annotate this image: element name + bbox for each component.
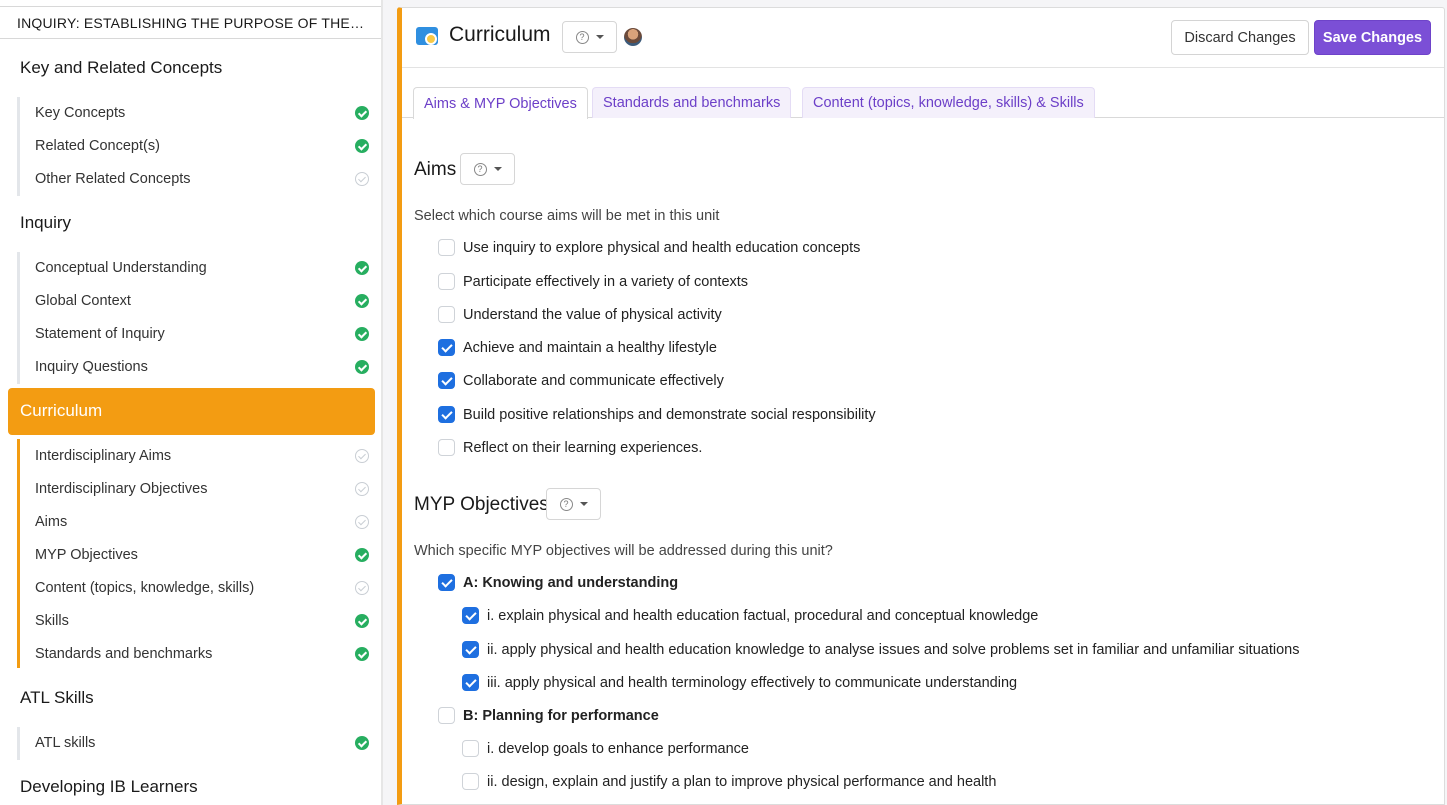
nav-item-standards-benchmarks[interactable]: Standards and benchmarks [35,642,369,666]
aim-option[interactable]: Participate effectively in a variety of … [438,273,748,290]
aim-option[interactable]: Achieve and maintain a healthy lifestyle [438,339,717,356]
checkbox[interactable] [462,740,479,757]
question-circle-icon: ? [473,162,487,176]
section-inquiry[interactable]: Inquiry [20,213,71,233]
check-complete-icon [355,139,369,153]
check-complete-icon [355,736,369,750]
objective-group[interactable]: B: Planning for performance [438,707,659,724]
myp-objectives-heading: MYP Objectives [414,494,549,515]
checkbox[interactable] [438,273,455,290]
tab-aims-myp-objectives[interactable]: Aims & MYP Objectives [413,87,588,119]
check-complete-icon [355,614,369,628]
group-line [17,727,20,760]
save-changes-button[interactable]: Save Changes [1314,20,1431,55]
check-complete-icon [355,548,369,562]
group-line-active [17,439,20,668]
page-header: Curriculum ? Discard Changes Save Change… [402,8,1444,68]
caret-down-icon [579,502,588,506]
objective-item[interactable]: ii. design, explain and justify a plan t… [462,773,996,790]
aim-option[interactable]: Use inquiry to explore physical and heal… [438,239,860,256]
nav-item-content[interactable]: Content (topics, knowledge, skills) [35,576,369,600]
nav-item-global-context[interactable]: Global Context [35,289,369,313]
checkbox[interactable] [438,239,455,256]
check-complete-icon [355,294,369,308]
nav-item-myp-objectives[interactable]: MYP Objectives [35,543,369,567]
section-atl-skills[interactable]: ATL Skills [20,688,94,708]
objective-item[interactable]: ii. apply physical and health education … [462,641,1299,658]
checkbox-checked[interactable] [438,406,455,423]
nav-item-conceptual-understanding[interactable]: Conceptual Understanding [35,256,369,280]
section-key-related-concepts[interactable]: Key and Related Concepts [20,58,222,78]
nav-item-interdisciplinary-objectives[interactable]: Interdisciplinary Objectives [35,477,369,501]
aim-option[interactable]: Collaborate and communicate effectively [438,372,724,389]
nav-item-statement-of-inquiry[interactable]: Statement of Inquiry [35,322,369,346]
nav-item-related-concepts[interactable]: Related Concept(s) [35,134,369,158]
nav-item-other-related-concepts[interactable]: Other Related Concepts [35,167,369,191]
section-developing-ib-learners[interactable]: Developing IB Learners [20,777,198,797]
check-complete-icon [355,360,369,374]
checkbox-checked[interactable] [462,641,479,658]
check-incomplete-icon [355,172,369,186]
nav-item-interdisciplinary-aims[interactable]: Interdisciplinary Aims [35,444,369,468]
checkbox[interactable] [438,306,455,323]
unit-title: INQUIRY: ESTABLISHING THE PURPOSE OF THE… [0,6,381,39]
check-incomplete-icon [355,449,369,463]
aims-help-dropdown[interactable]: ? [460,153,515,185]
check-complete-icon [355,647,369,661]
check-incomplete-icon [355,515,369,529]
sidebar: INQUIRY: ESTABLISHING THE PURPOSE OF THE… [0,0,383,805]
curriculum-icon [416,27,438,45]
checkbox-checked[interactable] [462,674,479,691]
help-dropdown-button[interactable]: ? [562,21,617,53]
tab-content-skills[interactable]: Content (topics, knowledge, skills) & Sk… [802,87,1095,118]
question-circle-icon: ? [575,30,589,44]
objective-item[interactable]: i. develop goals to enhance performance [462,740,749,757]
tab-standards-benchmarks[interactable]: Standards and benchmarks [592,87,792,118]
checkbox-checked[interactable] [438,339,455,356]
objective-item[interactable]: i. explain physical and health education… [462,607,1038,624]
nav-item-aims[interactable]: Aims [35,510,369,534]
check-complete-icon [355,327,369,341]
aim-option[interactable]: Build positive relationships and demonst… [438,406,876,423]
checkbox[interactable] [438,707,455,724]
nav-item-inquiry-questions[interactable]: Inquiry Questions [35,355,369,379]
aim-option[interactable]: Reflect on their learning experiences. [438,439,702,456]
aims-prompt: Select which course aims will be met in … [414,208,720,224]
nav-item-skills[interactable]: Skills [35,609,369,633]
objectives-prompt: Which specific MYP objectives will be ad… [414,543,833,559]
group-line [17,252,20,384]
checkbox[interactable] [438,439,455,456]
question-circle-icon: ? [559,497,573,511]
aims-heading: Aims [414,159,457,180]
caret-down-icon [493,167,502,171]
check-incomplete-icon [355,581,369,595]
objectives-help-dropdown[interactable]: ? [546,488,601,520]
discard-changes-button[interactable]: Discard Changes [1171,20,1309,55]
aim-option[interactable]: Understand the value of physical activit… [438,306,722,323]
tab-bar: Aims & MYP Objectives Standards and benc… [402,68,1444,119]
checkbox-checked[interactable] [462,607,479,624]
page-title: Curriculum [449,23,551,46]
main-panel: Curriculum ? Discard Changes Save Change… [397,7,1445,805]
check-complete-icon [355,106,369,120]
checkbox[interactable] [462,773,479,790]
section-curriculum[interactable]: Curriculum [8,388,375,435]
caret-down-icon [595,35,604,39]
objective-item[interactable]: iii. apply physical and health terminolo… [462,674,1017,691]
avatar[interactable] [624,28,642,46]
sidebar-scrollbar [381,0,383,805]
nav-item-atl-skills[interactable]: ATL skills [35,731,369,755]
check-incomplete-icon [355,482,369,496]
checkbox-checked[interactable] [438,372,455,389]
checkbox-checked[interactable] [438,574,455,591]
objective-group[interactable]: A: Knowing and understanding [438,574,678,591]
nav-item-key-concepts[interactable]: Key Concepts [35,101,369,125]
check-complete-icon [355,261,369,275]
group-line [17,97,20,196]
